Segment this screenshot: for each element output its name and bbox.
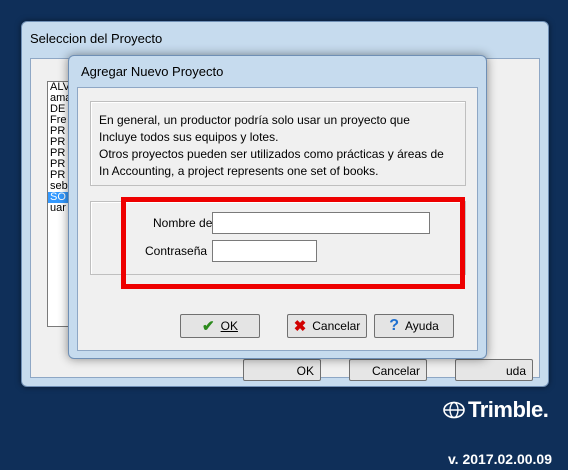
close-icon: ✖: [293, 317, 307, 335]
info-line: En general, un productor podría solo usa…: [99, 113, 410, 127]
password-label: Contraseña: [145, 244, 208, 258]
info-line: Incluye todos sus equipos y lotes.: [99, 130, 279, 144]
ok-label-text: OK: [220, 319, 238, 333]
ok-button[interactable]: ✔ OK: [180, 314, 260, 338]
project-name-input[interactable]: [212, 212, 430, 234]
back-ok-label: OK: [296, 364, 314, 378]
info-line: Otros proyectos pueden ser utilizados co…: [99, 147, 444, 161]
version-label: v. 2017.02.00.09: [447, 451, 552, 467]
ok-label: OK: [221, 319, 238, 333]
info-line: In Accounting, a project represents one …: [99, 164, 379, 178]
add-project-title: Agregar Nuevo Proyecto: [81, 64, 224, 79]
help-button[interactable]: ? Ayuda: [374, 314, 454, 338]
add-project-client: En general, un productor podría solo usa…: [77, 87, 478, 351]
back-help-label: uda: [505, 364, 526, 378]
add-project-dialog: Agregar Nuevo Proyecto En general, un pr…: [68, 55, 487, 359]
back-ok-button[interactable]: OK: [243, 359, 321, 381]
cancel-button[interactable]: ✖ Cancelar: [287, 314, 367, 338]
back-cancel-label: Cancelar: [371, 364, 420, 378]
info-text: En general, un productor podría solo usa…: [99, 112, 459, 180]
help-icon: ?: [389, 317, 399, 334]
trimble-logo: Trimble.: [443, 397, 549, 423]
info-groupbox: En general, un productor podría solo usa…: [90, 101, 466, 186]
back-help-button[interactable]: uda: [455, 359, 533, 381]
password-input[interactable]: [212, 240, 317, 262]
globe-icon: [443, 401, 465, 419]
check-icon: ✔: [202, 317, 215, 335]
cancel-label: Cancelar: [312, 319, 361, 333]
back-cancel-button[interactable]: Cancelar: [349, 359, 427, 381]
brand-name: Trimble.: [468, 397, 549, 422]
help-label: Ayuda: [404, 319, 439, 333]
select-project-title: Seleccion del Proyecto: [30, 31, 163, 46]
name-label: Nombre del: [153, 216, 216, 230]
